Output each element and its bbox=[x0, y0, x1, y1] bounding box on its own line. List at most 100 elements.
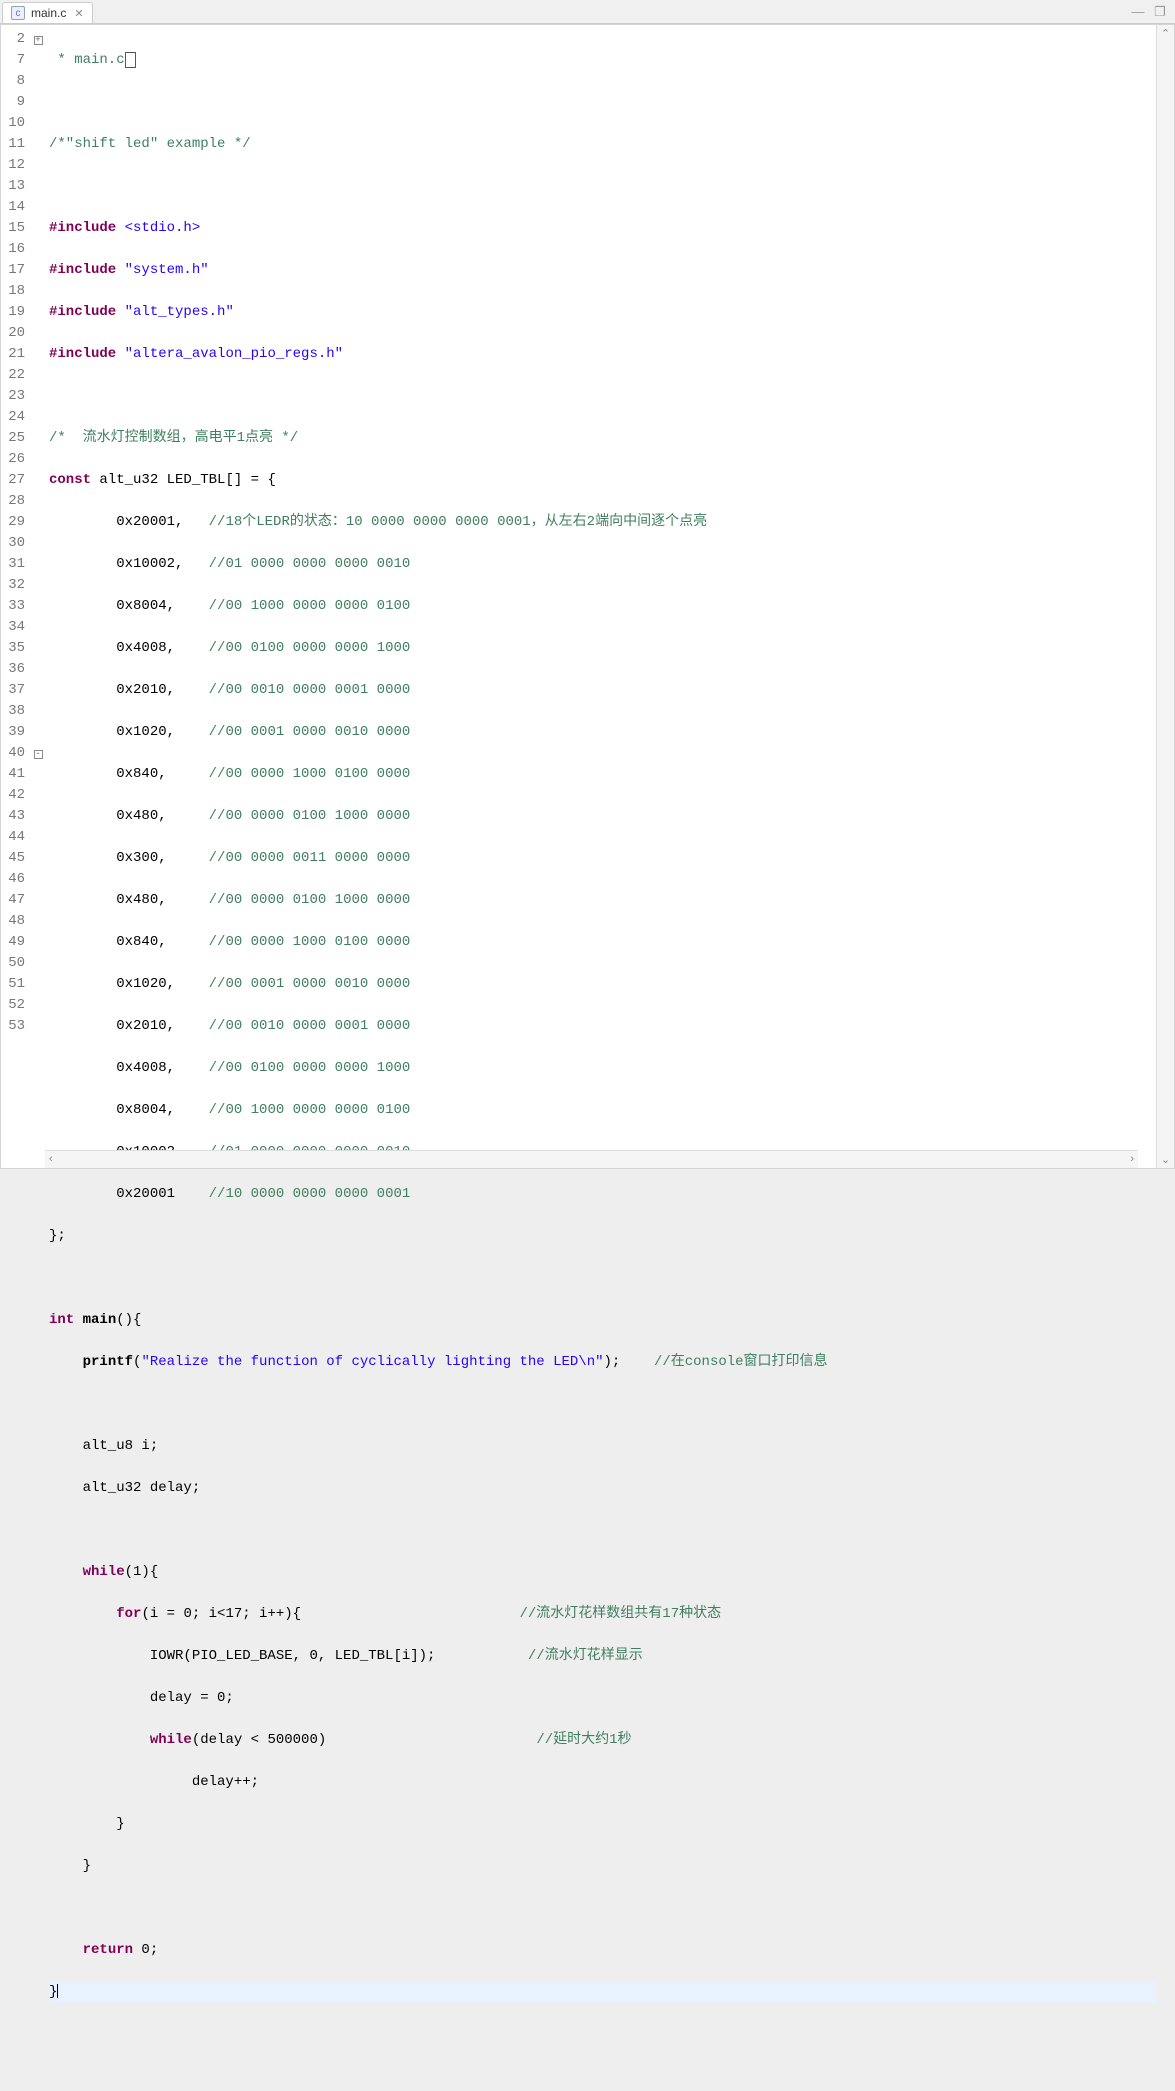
code-text: (){ bbox=[116, 1312, 141, 1328]
horizontal-scrollbar[interactable]: ‹ › bbox=[45, 1150, 1138, 1168]
line-number: 8 bbox=[1, 71, 25, 92]
line-number: 18 bbox=[1, 281, 25, 302]
fold-row bbox=[31, 974, 45, 995]
scroll-down-icon[interactable]: ⌄ bbox=[1157, 1151, 1174, 1168]
code-text: (i = 0; i<17; i++){ bbox=[141, 1606, 519, 1622]
fold-row bbox=[31, 995, 45, 1016]
fold-row bbox=[31, 953, 45, 974]
code-text: //00 0000 1000 0100 0000 bbox=[209, 766, 411, 782]
scroll-up-icon[interactable]: ⌃ bbox=[1157, 25, 1174, 42]
fold-placeholder-icon[interactable] bbox=[125, 52, 136, 68]
c-file-icon: c bbox=[11, 6, 25, 20]
code-text: 0x4008, bbox=[49, 640, 209, 656]
fold-row bbox=[31, 890, 45, 911]
line-number: 25 bbox=[1, 428, 25, 449]
code-text: printf bbox=[83, 1354, 133, 1370]
code-text: 0x480, bbox=[49, 808, 209, 824]
code-text: //00 0001 0000 0010 0000 bbox=[209, 976, 411, 992]
fold-row bbox=[31, 407, 45, 428]
code-text: alt_u32 delay; bbox=[49, 1480, 200, 1496]
code-text: * main.c bbox=[49, 52, 125, 68]
line-number: 30 bbox=[1, 533, 25, 554]
line-number: 19 bbox=[1, 302, 25, 323]
fold-row bbox=[31, 533, 45, 554]
line-number: 38 bbox=[1, 701, 25, 722]
code-text: #include bbox=[49, 220, 116, 236]
line-number: 53 bbox=[1, 1016, 25, 1037]
line-number: 46 bbox=[1, 869, 25, 890]
line-number: 29 bbox=[1, 512, 25, 533]
fold-row bbox=[31, 386, 45, 407]
code-text: #include bbox=[49, 262, 116, 278]
fold-row bbox=[31, 134, 45, 155]
vertical-scrollbar[interactable]: ⌃ ⌄ bbox=[1156, 25, 1174, 1168]
close-icon[interactable]: ✕ bbox=[72, 7, 85, 20]
code-text bbox=[74, 1312, 82, 1328]
maximize-icon[interactable]: ❐ bbox=[1153, 5, 1167, 19]
code-text bbox=[49, 1354, 83, 1370]
code-text: //00 0000 0100 1000 0000 bbox=[209, 892, 411, 908]
code-text: main bbox=[83, 1312, 117, 1328]
code-text bbox=[49, 1732, 150, 1748]
code-text: } bbox=[49, 1816, 125, 1832]
fold-row bbox=[31, 869, 45, 890]
line-number-gutter: 2789101112131415161718192021222324252627… bbox=[1, 25, 31, 1168]
line-number: 41 bbox=[1, 764, 25, 785]
line-number: 2 bbox=[1, 29, 25, 50]
code-text: 0x300, bbox=[49, 850, 209, 866]
code-text: 0x2010, bbox=[49, 682, 209, 698]
line-number: 42 bbox=[1, 785, 25, 806]
line-number: 27 bbox=[1, 470, 25, 491]
tab-main-c[interactable]: c main.c ✕ bbox=[2, 2, 93, 23]
code-text: //00 0010 0000 0001 0000 bbox=[209, 1018, 411, 1034]
fold-collapse-icon[interactable]: - bbox=[34, 750, 43, 759]
tab-filename: main.c bbox=[31, 6, 66, 20]
fold-row bbox=[31, 365, 45, 386]
minimize-icon[interactable]: — bbox=[1131, 5, 1145, 19]
code-text: //18个LEDR的状态：10 0000 0000 0000 0001，从左右2… bbox=[209, 514, 707, 530]
fold-expand-icon[interactable]: + bbox=[34, 36, 43, 45]
code-text: //00 0000 1000 0100 0000 bbox=[209, 934, 411, 950]
line-number: 21 bbox=[1, 344, 25, 365]
code-text: 0x8004, bbox=[49, 1102, 209, 1118]
scroll-right-icon[interactable]: › bbox=[1126, 1151, 1138, 1168]
code-text: }; bbox=[49, 1228, 66, 1244]
fold-row bbox=[31, 806, 45, 827]
fold-row bbox=[31, 218, 45, 239]
code-text: <stdio.h> bbox=[125, 220, 201, 236]
code-text: 0x1020, bbox=[49, 976, 209, 992]
tab-bar: c main.c ✕ — ❐ bbox=[0, 0, 1175, 24]
code-text: 0x840, bbox=[49, 934, 209, 950]
code-text: //00 0100 0000 0000 1000 bbox=[209, 640, 411, 656]
code-area[interactable]: * main.c /*"shift led" example */ #inclu… bbox=[45, 25, 1156, 2091]
line-number: 39 bbox=[1, 722, 25, 743]
fold-row bbox=[31, 638, 45, 659]
fold-row bbox=[31, 50, 45, 71]
line-number: 40 bbox=[1, 743, 25, 764]
line-number: 28 bbox=[1, 491, 25, 512]
code-text: 0x2010, bbox=[49, 1018, 209, 1034]
code-text: //延时大约1秒 bbox=[536, 1732, 631, 1748]
fold-row bbox=[31, 596, 45, 617]
code-text: 0x4008, bbox=[49, 1060, 209, 1076]
code-text: 0x8004, bbox=[49, 598, 209, 614]
code-text: } bbox=[49, 1858, 91, 1874]
code-text: //在console窗口打印信息 bbox=[654, 1354, 828, 1370]
code-text: //00 0001 0000 0010 0000 bbox=[209, 724, 411, 740]
fold-row bbox=[31, 932, 45, 953]
code-text: alt_u8 i; bbox=[49, 1438, 158, 1454]
line-number: 22 bbox=[1, 365, 25, 386]
line-number: 49 bbox=[1, 932, 25, 953]
fold-row bbox=[31, 176, 45, 197]
line-number: 35 bbox=[1, 638, 25, 659]
line-number: 10 bbox=[1, 113, 25, 134]
line-number: 52 bbox=[1, 995, 25, 1016]
fold-row bbox=[31, 155, 45, 176]
code-text: "Realize the function of cyclically ligh… bbox=[141, 1354, 603, 1370]
fold-row bbox=[31, 281, 45, 302]
code-text: ( bbox=[133, 1354, 141, 1370]
fold-row bbox=[31, 239, 45, 260]
text-cursor bbox=[57, 1984, 58, 1998]
code-text: } bbox=[49, 1984, 57, 2000]
scroll-left-icon[interactable]: ‹ bbox=[45, 1151, 57, 1168]
